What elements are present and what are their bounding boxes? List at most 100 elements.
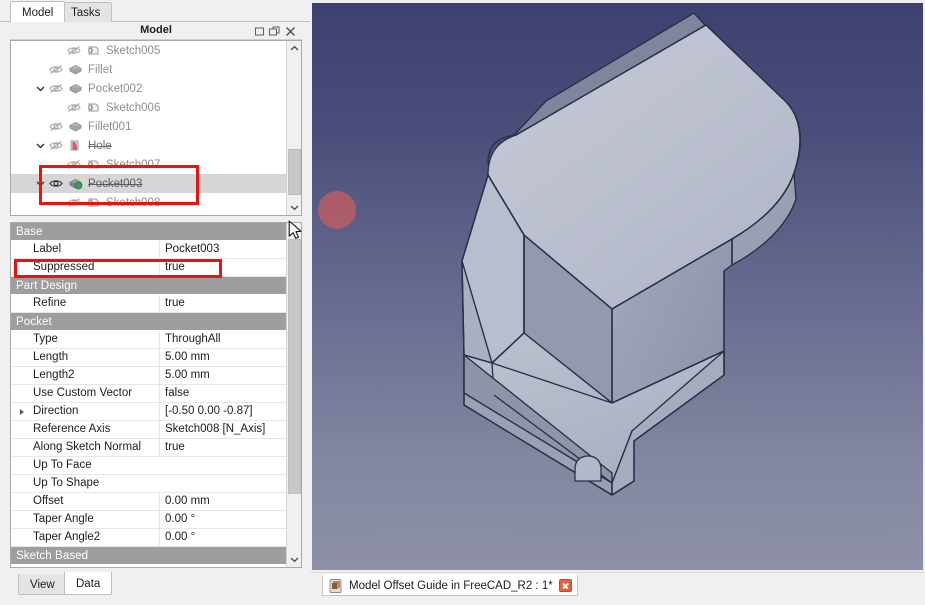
tab-data[interactable]: Data — [64, 572, 113, 595]
property-row[interactable]: Length 5.00 mm — [11, 349, 288, 367]
fillet-icon — [65, 117, 85, 136]
chevron-down-icon[interactable] — [33, 174, 47, 193]
hidden-eye-icon[interactable] — [47, 117, 65, 136]
chevron-up-icon[interactable] — [287, 41, 301, 56]
property-value[interactable]: true — [159, 259, 288, 276]
property-row[interactable]: Along Sketch Normal true — [11, 439, 288, 457]
tree-no-arrow — [33, 117, 47, 136]
tab-tasks[interactable]: Tasks — [59, 2, 113, 22]
property-group-sketch-based: Sketch Based — [11, 547, 288, 565]
property-value[interactable]: 0.00 ° — [159, 511, 288, 528]
chevron-down-icon[interactable] — [33, 79, 47, 98]
tree-no-arrow — [51, 155, 65, 174]
property-row[interactable]: Offset 0.00 mm — [11, 493, 288, 511]
tab-view[interactable]: View — [18, 574, 67, 595]
property-value[interactable]: false — [159, 385, 288, 402]
property-value[interactable]: [-0.50 0.00 -0.87] — [159, 403, 288, 420]
tree-item-fillet[interactable]: Fillet — [11, 60, 288, 79]
property-name: Up To Shape — [33, 477, 100, 489]
close-icon[interactable] — [284, 25, 297, 38]
property-row[interactable]: Refine true — [11, 295, 288, 313]
pocket-icon — [65, 79, 85, 98]
property-row[interactable]: Label Pocket003 — [11, 241, 288, 259]
property-row[interactable]: Up To Shape — [11, 475, 288, 493]
sketch-icon — [83, 155, 103, 174]
chevron-down-icon[interactable] — [33, 136, 47, 155]
property-name: Length — [33, 351, 69, 363]
hidden-eye-icon[interactable] — [65, 193, 83, 212]
property-name: Suppressed — [33, 261, 95, 273]
property-row[interactable]: Length2 5.00 mm — [11, 367, 288, 385]
cad-model-bracket — [461, 12, 802, 496]
document-tab[interactable]: Model Offset Guide in FreeCAD_R2 : 1* — [322, 574, 578, 596]
tree-item-label: Pocket002 — [88, 82, 143, 95]
combo-view-tabbar: Model Tasks — [0, 0, 310, 22]
tree-item-pocket002[interactable]: Pocket002 — [11, 79, 288, 98]
property-name: Use Custom Vector — [33, 387, 133, 399]
chevron-down-icon[interactable] — [287, 552, 301, 567]
property-name: Offset — [33, 495, 64, 507]
hidden-eye-icon[interactable] — [47, 136, 65, 155]
property-value[interactable]: true — [159, 439, 288, 456]
sketch-icon — [83, 98, 103, 117]
hidden-eye-icon[interactable] — [47, 60, 65, 79]
close-icon[interactable] — [558, 579, 572, 592]
freecad-window: Model Tasks Model Sketch005 Fillet Pocke… — [0, 0, 925, 605]
property-value[interactable]: 0.00 mm — [159, 493, 288, 510]
hidden-eye-icon[interactable] — [65, 98, 83, 117]
property-name: Along Sketch Normal — [33, 441, 142, 453]
hidden-eye-icon[interactable] — [47, 79, 65, 98]
tree-scrollbar-thumb[interactable] — [288, 149, 301, 195]
property-row[interactable]: Up To Face — [11, 457, 288, 475]
tree-no-arrow — [51, 41, 65, 60]
tree-item-sketch005[interactable]: Sketch005 — [11, 41, 288, 60]
tree-item-pocket003[interactable]: Pocket003 — [11, 174, 288, 193]
3d-viewport[interactable] — [312, 3, 923, 570]
chevron-down-icon[interactable] — [287, 200, 301, 215]
tree-item-sketch008[interactable]: Sketch008 — [11, 193, 288, 212]
freecad-document-icon — [329, 578, 342, 593]
sketch-icon — [83, 193, 103, 212]
property-row[interactable]: Reference Axis Sketch008 [N_Axis] — [11, 421, 288, 439]
fillet-icon — [65, 60, 85, 79]
property-group-part-design: Part Design — [11, 277, 288, 295]
tree-no-arrow — [33, 60, 47, 79]
property-scrollbar[interactable] — [286, 223, 301, 567]
tree-item-sketch006[interactable]: Sketch006 — [11, 98, 288, 117]
hidden-eye-icon[interactable] — [65, 41, 83, 60]
property-row[interactable]: Taper Angle2 0.00 ° — [11, 529, 288, 547]
property-name: Type — [33, 333, 58, 345]
property-editor[interactable]: Base Label Pocket003 Suppressed true Part Des… — [10, 222, 302, 568]
property-row[interactable]: Taper Angle 0.00 ° — [11, 511, 288, 529]
property-row[interactable]: Type ThroughAll — [11, 331, 288, 349]
tree-item-fillet001[interactable]: Fillet001 — [11, 117, 288, 136]
chevron-up-icon[interactable] — [287, 223, 301, 238]
property-row[interactable]: Suppressed true — [11, 259, 288, 277]
hidden-eye-icon[interactable] — [65, 155, 83, 174]
property-value[interactable]: Pocket003 — [159, 241, 288, 258]
property-row[interactable]: Direction [-0.50 0.00 -0.87] — [11, 403, 288, 421]
document-tabbar: Model Offset Guide in FreeCAD_R2 : 1* — [310, 572, 925, 598]
visible-eye-icon[interactable] — [47, 174, 65, 193]
property-value[interactable]: Sketch008 [N_Axis] — [159, 421, 288, 438]
property-group-base: Base — [11, 223, 288, 241]
property-value[interactable]: 0.00 ° — [159, 529, 288, 546]
tree-scrollbar[interactable] — [286, 41, 301, 215]
tree-item-label: Sketch005 — [106, 44, 161, 57]
property-value[interactable]: true — [159, 295, 288, 312]
undock-icon[interactable] — [268, 25, 281, 38]
tree-item-hole[interactable]: Hole — [11, 136, 288, 155]
property-scrollbar-thumb[interactable] — [288, 239, 301, 494]
property-value[interactable]: ThroughAll — [159, 331, 288, 348]
property-value[interactable]: 5.00 mm — [159, 367, 288, 384]
tree-item-label: Hole — [88, 139, 112, 152]
model-tree[interactable]: Sketch005 Fillet Pocket002 Sketch006 Fillet0… — [10, 40, 302, 216]
property-group-pocket: Pocket — [11, 313, 288, 331]
tab-model[interactable]: Model — [10, 1, 66, 22]
tree-item-sketch007[interactable]: Sketch007 — [11, 155, 288, 174]
property-row[interactable]: Use Custom Vector false — [11, 385, 288, 403]
property-value[interactable]: 5.00 mm — [159, 349, 288, 366]
model-panel-titlebar: Model — [10, 23, 302, 40]
tree-item-label: Fillet001 — [88, 120, 132, 133]
float-icon[interactable] — [253, 25, 266, 38]
